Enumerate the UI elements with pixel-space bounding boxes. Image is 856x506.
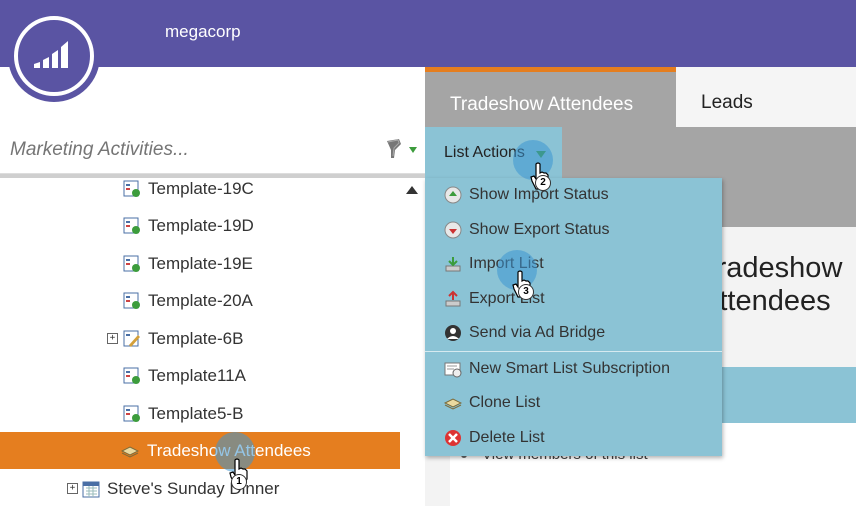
scroll-up-icon[interactable] [406, 186, 418, 194]
menu-item-new-smart-list-subscription[interactable]: New Smart List Subscription [425, 352, 722, 386]
ad-bridge-icon [445, 325, 461, 341]
program-icon [123, 405, 140, 422]
program-icon [123, 367, 140, 384]
menu-item-label: Send via Ad Bridge [469, 324, 606, 341]
tree-item-label: Template-19C [148, 179, 254, 198]
tab-label: Leads [701, 92, 753, 113]
step-badge-3: 3 [518, 284, 534, 300]
page-title: Tradeshow Attendees [700, 252, 843, 317]
expand-icon[interactable]: + [107, 333, 118, 344]
tree-item-label: Template5-B [148, 404, 244, 423]
subscription-icon [444, 362, 462, 378]
tree-item-label: Template-19E [148, 254, 253, 273]
program-icon [123, 217, 140, 234]
org-name[interactable]: megacorp [165, 22, 241, 42]
tab-tradeshow-attendees[interactable]: Tradeshow Attendees [425, 67, 676, 127]
import-status-icon [444, 186, 462, 204]
delete-icon [445, 430, 461, 446]
clone-icon [444, 398, 462, 410]
search-input[interactable] [8, 137, 372, 163]
step-badge-2: 2 [535, 175, 551, 191]
menu-item-show-import-status[interactable]: Show Import Status [425, 178, 722, 212]
menu-item-show-export-status[interactable]: Show Export Status [425, 213, 722, 247]
menu-item-label: Clone List [469, 394, 541, 411]
tree-item[interactable]: Template11A [0, 357, 400, 394]
list-icon [121, 446, 139, 458]
tree-item-label: Template-20A [148, 291, 253, 310]
top-bar: megacorp [0, 0, 856, 67]
tree-item-label: Template11A [148, 366, 246, 385]
menu-item-import-list[interactable]: Import List [425, 247, 722, 281]
program-icon [123, 292, 140, 309]
tree-item[interactable]: Template-19D [0, 207, 400, 244]
edit-program-icon [123, 330, 140, 347]
menu-item-clone-list[interactable]: Clone List [425, 386, 722, 420]
menu-item-delete-list[interactable]: Delete List [425, 421, 722, 455]
tree-item[interactable]: Template-19E [0, 245, 400, 282]
tab-leads[interactable]: Leads [676, 67, 856, 127]
filter-icon[interactable] [385, 138, 417, 160]
tree-item[interactable]: Template-19C [0, 178, 400, 207]
program-icon [123, 180, 140, 197]
menu-item-label: Show Export Status [469, 221, 610, 238]
program-icon [123, 255, 140, 272]
logo-bars-icon [34, 41, 68, 68]
menu-item-label: Delete List [469, 429, 545, 446]
export-icon [445, 290, 461, 307]
marketing-tree: Template-19C Template-19D Template-19E T… [0, 178, 400, 506]
tree-scrollbar[interactable] [400, 178, 425, 506]
menu-item-send-via-ad-bridge[interactable]: Send via Ad Bridge [425, 316, 722, 350]
list-actions-menu: Show Import Status Show Export Status Im… [425, 178, 722, 456]
calendar-icon [82, 481, 100, 498]
tree-item[interactable]: Template-20A [0, 282, 400, 319]
tree-item-label: Template-19D [148, 216, 254, 235]
menu-item-export-list[interactable]: Export List [425, 282, 722, 316]
export-status-icon [444, 221, 462, 239]
tab-label: Tradeshow Attendees [450, 94, 634, 115]
import-icon [445, 257, 461, 272]
tree-item-label: Template-6B [148, 329, 244, 348]
logo-ring [14, 16, 94, 96]
expand-icon[interactable]: + [67, 483, 78, 494]
tree-item[interactable]: + Steve's Sunday Dinner [0, 470, 400, 506]
step-badge-1: 1 [231, 474, 247, 490]
marketo-logo[interactable] [8, 10, 100, 102]
search-row [0, 127, 425, 174]
tree-item[interactable]: + Template-6B [0, 320, 400, 357]
tree-item-label: Steve's Sunday Dinner [107, 479, 280, 498]
tree-item[interactable]: Template5-B [0, 395, 400, 432]
tree-item-selected[interactable]: Tradeshow Attendees [0, 432, 400, 469]
menu-item-label: New Smart List Subscription [469, 360, 670, 377]
